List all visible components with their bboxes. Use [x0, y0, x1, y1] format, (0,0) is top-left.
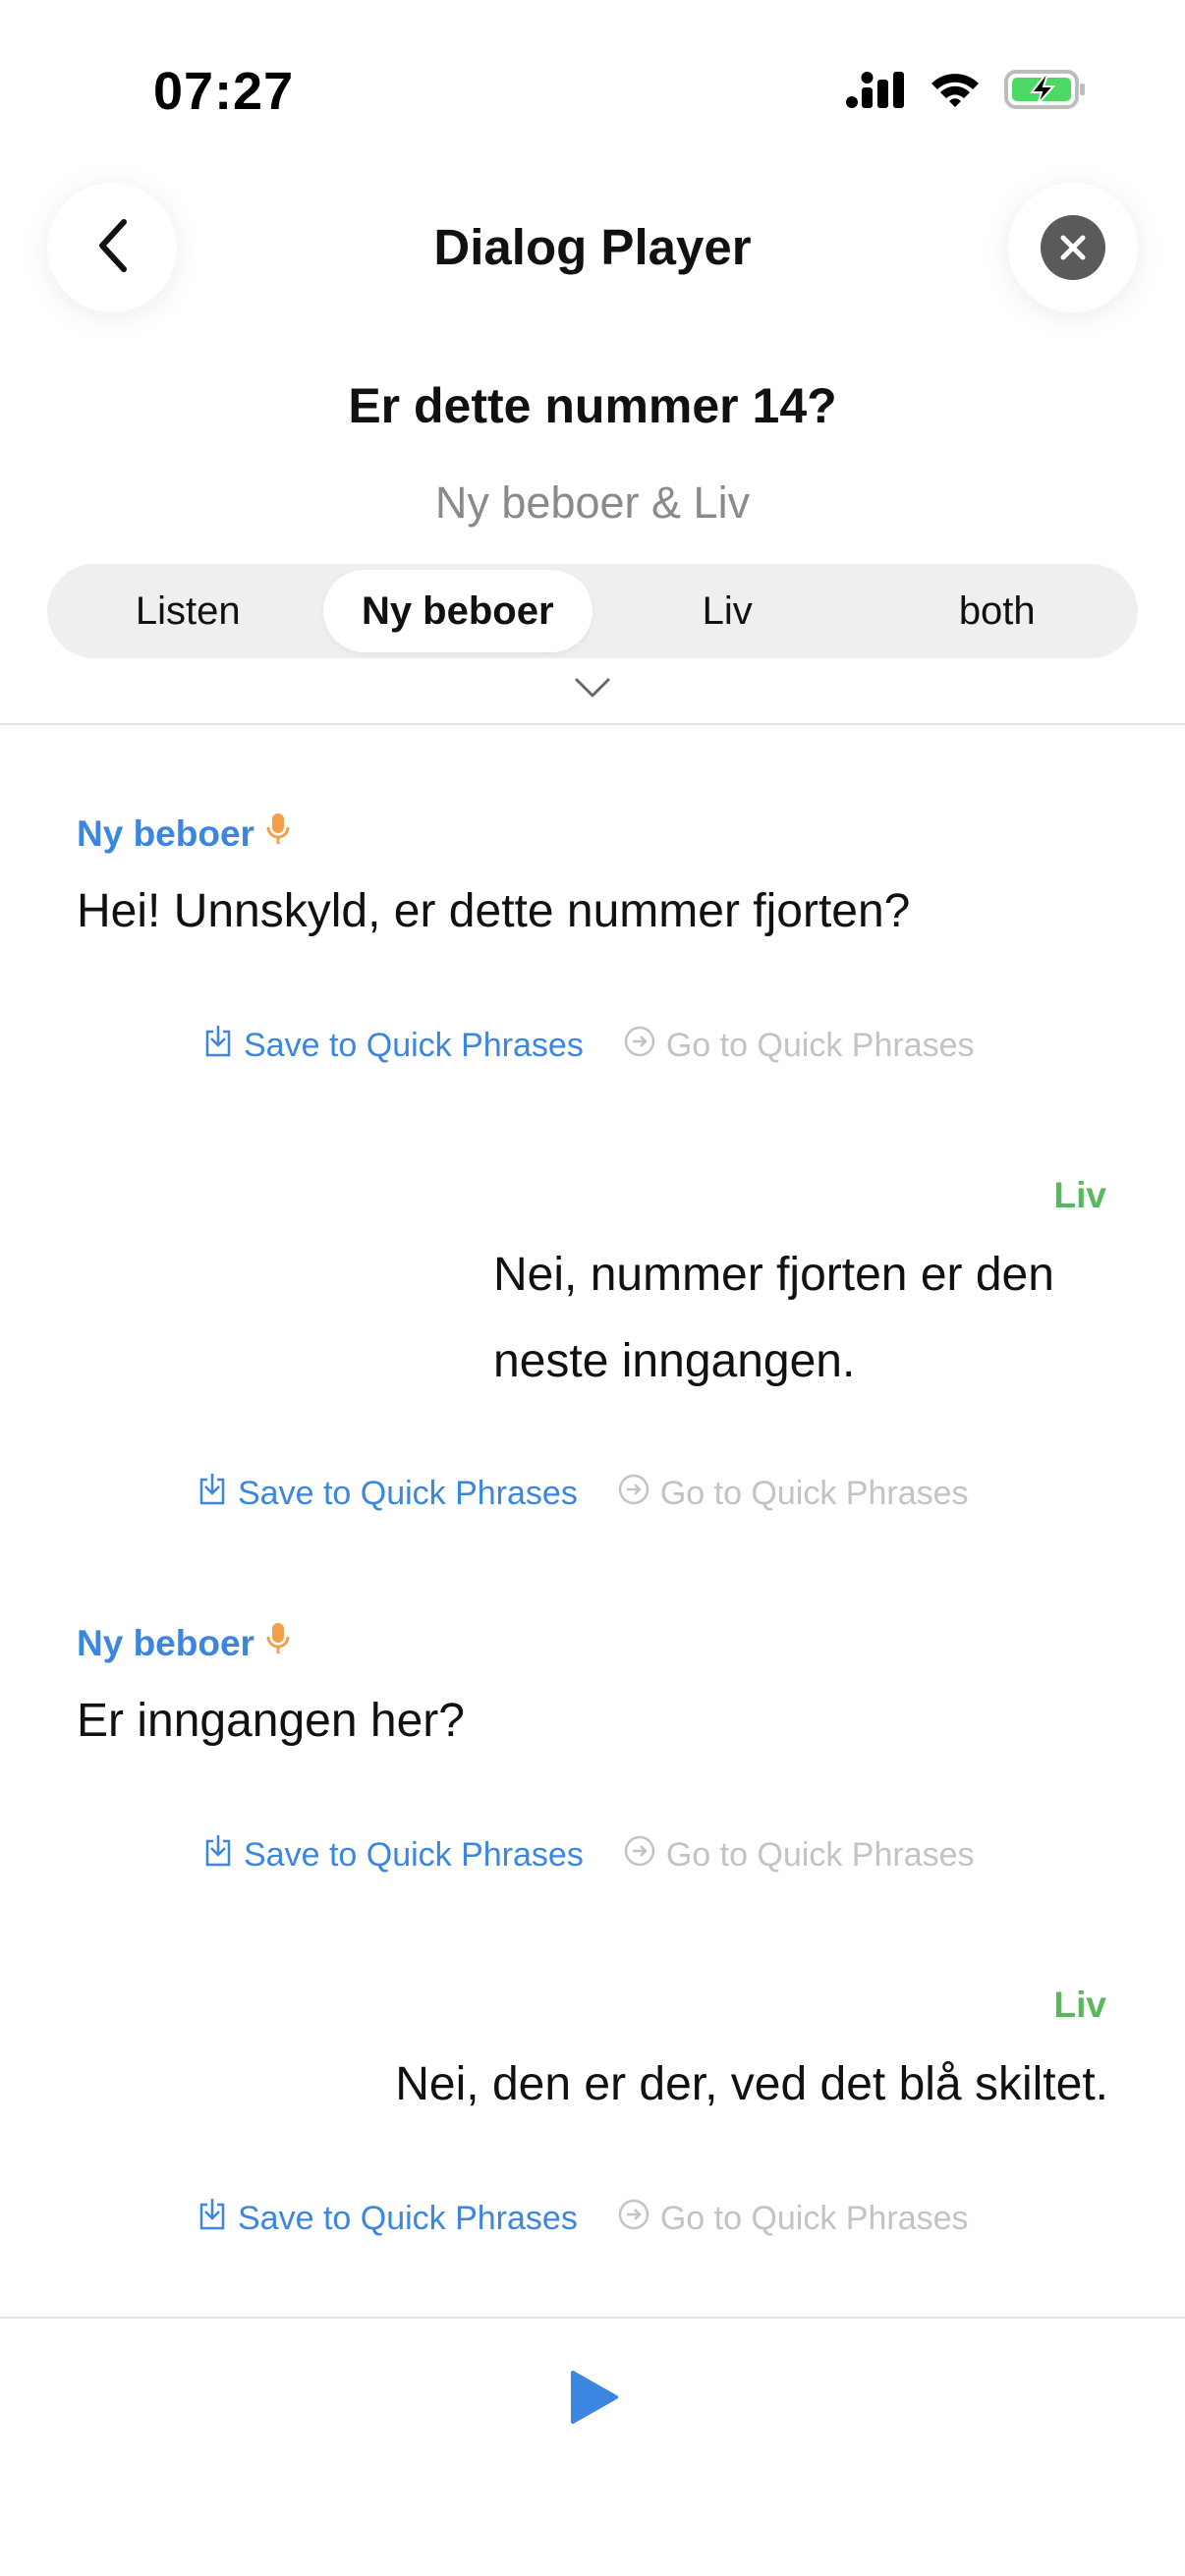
microphone-icon	[266, 812, 290, 856]
status-bar: 07:27	[0, 0, 1185, 187]
speaker-name: Liv	[1053, 1175, 1106, 1215]
speaker-label: Ny beboer	[77, 812, 290, 856]
go-to-quick-phrases-button[interactable]: Go to Quick Phrases	[623, 1834, 975, 1876]
microphone-icon	[266, 1621, 290, 1665]
save-to-quick-phrases-button[interactable]: Save to Quick Phrases	[197, 1472, 578, 1516]
arrow-circle-right-icon	[617, 2198, 650, 2240]
message-text: Nei, den er der, ved det blå skiltet.	[395, 2058, 1108, 2110]
arrow-circle-right-icon	[623, 1025, 656, 1067]
go-label: Go to Quick Phrases	[659, 1475, 969, 1512]
play-button[interactable]	[562, 2368, 625, 2431]
go-to-quick-phrases-button[interactable]: Go to Quick Phrases	[617, 2198, 969, 2240]
close-icon	[1041, 215, 1105, 280]
dialog-title: Er dette nummer 14?	[348, 378, 837, 433]
cellular-signal-icon	[845, 70, 906, 114]
download-icon	[202, 1833, 234, 1877]
status-icons	[845, 69, 1087, 115]
role-segmented-control: Listen Ny beboer Liv both	[47, 564, 1138, 658]
speaker-label: Ny beboer	[77, 1621, 290, 1665]
go-label: Go to Quick Phrases	[659, 2200, 969, 2237]
go-label: Go to Quick Phrases	[665, 1027, 975, 1064]
go-to-quick-phrases-button[interactable]: Go to Quick Phrases	[623, 1025, 975, 1067]
message-text: Nei, nummer fjorten er den neste inngang…	[493, 1249, 1054, 1387]
message-actions: Save to Quick Phrases Go to Quick Phrase…	[197, 1472, 969, 1516]
wifi-icon	[930, 70, 981, 114]
message-actions: Save to Quick Phrases Go to Quick Phrase…	[202, 1833, 975, 1877]
tab-liv[interactable]: Liv	[592, 570, 863, 652]
tab-ny-beboer[interactable]: Ny beboer	[322, 570, 592, 652]
go-to-quick-phrases-button[interactable]: Go to Quick Phrases	[617, 1473, 969, 1515]
arrow-circle-right-icon	[617, 1473, 650, 1515]
save-to-quick-phrases-button[interactable]: Save to Quick Phrases	[202, 1833, 584, 1877]
status-time: 07:27	[153, 62, 295, 121]
tab-listen[interactable]: Listen	[53, 570, 323, 652]
download-icon	[202, 1024, 234, 1068]
speaker-label: Liv	[1054, 1985, 1106, 2026]
speaker-name: Liv	[1053, 1985, 1106, 2025]
save-to-quick-phrases-button[interactable]: Save to Quick Phrases	[197, 2197, 578, 2241]
divider	[0, 2317, 1185, 2319]
download-icon	[197, 1472, 228, 1516]
message-actions: Save to Quick Phrases Go to Quick Phrase…	[202, 1024, 975, 1068]
save-label: Save to Quick Phrases	[244, 1027, 584, 1064]
save-label: Save to Quick Phrases	[238, 1475, 578, 1512]
speaker-name: Ny beboer	[77, 812, 254, 854]
speaker-label: Liv	[1054, 1175, 1106, 1216]
message-text: Hei! Unnskyld, er dette nummer fjorten?	[77, 885, 911, 937]
message-text: Er inngangen her?	[77, 1695, 465, 1747]
save-label: Save to Quick Phrases	[238, 2200, 578, 2237]
go-label: Go to Quick Phrases	[665, 1836, 975, 1874]
arrow-circle-right-icon	[623, 1834, 656, 1876]
chevron-down-icon[interactable]	[573, 676, 612, 704]
message-actions: Save to Quick Phrases Go to Quick Phrase…	[197, 2197, 969, 2241]
divider	[0, 723, 1185, 725]
battery-charging-icon	[1004, 69, 1087, 115]
dialog-subtitle: Ny beboer & Liv	[434, 477, 751, 528]
download-icon	[197, 2197, 228, 2241]
save-label: Save to Quick Phrases	[244, 1836, 584, 1874]
tab-both[interactable]: both	[863, 570, 1133, 652]
close-button[interactable]	[1008, 183, 1138, 312]
speaker-name: Ny beboer	[77, 1622, 254, 1663]
save-to-quick-phrases-button[interactable]: Save to Quick Phrases	[202, 1024, 584, 1068]
play-icon	[567, 2369, 620, 2431]
